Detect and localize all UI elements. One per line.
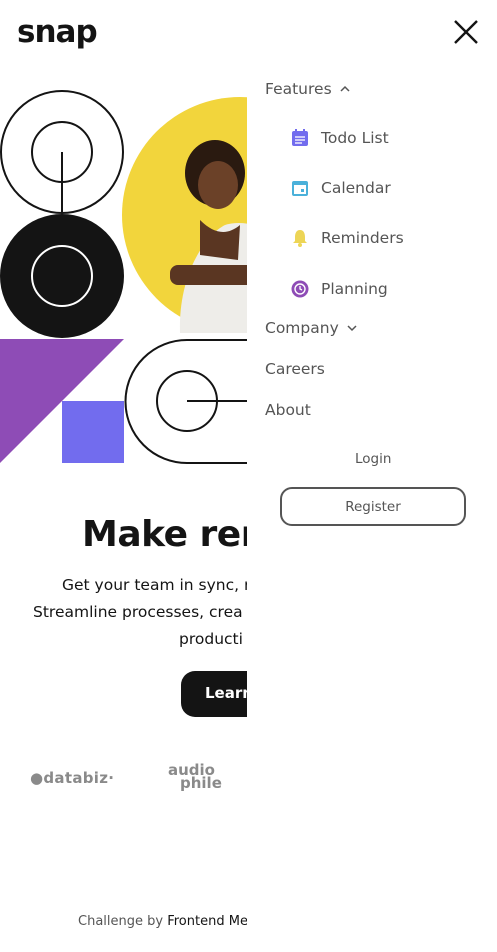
bell-icon [293, 230, 307, 247]
nav-about-label: About [265, 401, 311, 419]
chevron-down-icon [347, 325, 357, 332]
submenu-item-label: Reminders [321, 229, 404, 247]
nav-company-label: Company [265, 319, 339, 337]
attribution: Challenge by Frontend Me [78, 914, 248, 929]
submenu-item-label: Calendar [321, 179, 391, 197]
attribution-prefix: Challenge by [78, 914, 168, 929]
submenu-item-label: Todo List [321, 129, 389, 147]
audiophile-logo: audio phile [168, 763, 222, 791]
nav-features-label: Features [265, 80, 332, 98]
login-link[interactable]: Login [355, 451, 391, 467]
close-icon[interactable] [452, 18, 480, 46]
todo-list-icon [292, 129, 308, 146]
black-circle [0, 214, 124, 338]
register-button[interactable]: Register [280, 487, 466, 526]
nav-about[interactable]: About [265, 401, 311, 419]
submenu-item-todo-list[interactable]: Todo List [291, 129, 389, 147]
submenu-item-calendar[interactable]: Calendar [291, 179, 391, 197]
violet-square [62, 401, 124, 463]
chevron-up-icon [340, 85, 350, 92]
snap-logo[interactable]: snap [17, 14, 98, 50]
nav-careers-label: Careers [265, 360, 325, 378]
attribution-link[interactable]: Frontend Me [167, 914, 248, 929]
calendar-icon [292, 181, 308, 196]
nav-company[interactable]: Company [265, 319, 357, 337]
nav-features[interactable]: Features [265, 80, 350, 98]
submenu-item-reminders[interactable]: Reminders [291, 229, 404, 247]
outline-circle-top [0, 90, 124, 214]
outline-pill [124, 339, 261, 464]
submenu-item-planning[interactable]: Planning [291, 280, 388, 298]
clock-icon [291, 280, 309, 298]
databiz-logo: ●databiz· [30, 769, 115, 787]
submenu-item-label: Planning [321, 280, 388, 298]
nav-careers[interactable]: Careers [265, 360, 325, 378]
